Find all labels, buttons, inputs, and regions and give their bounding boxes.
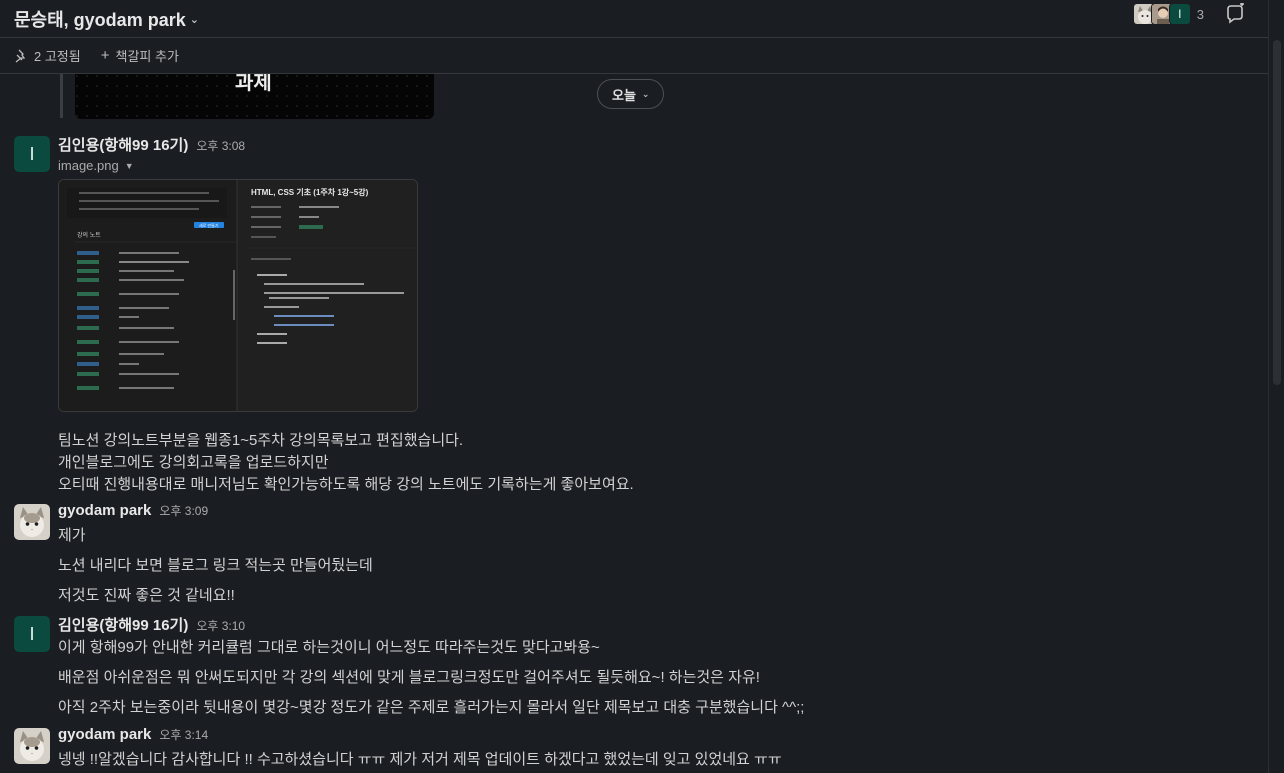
message: I 김인용(항해99 16기) 오후 3:10 이게 항해99가 안내한 커리큘… bbox=[0, 614, 1268, 716]
pin-icon bbox=[15, 49, 26, 63]
file-name: image.png bbox=[58, 158, 119, 173]
channel-title: 문승태, gyodam park bbox=[14, 9, 186, 30]
chevron-down-icon: ⌄ bbox=[189, 14, 199, 26]
timestamp[interactable]: 오후 3:09 bbox=[159, 502, 208, 519]
message-text: 넹넹 !!알겠습니다 감사합니다 !! 수고하셨습니다 ㅠㅠ 제가 저거 제목 … bbox=[58, 751, 782, 768]
chevron-down-icon: ⌄ bbox=[641, 88, 650, 99]
message-text: 이게 항해99가 안내한 커리큘럼 그대로 하는것이니 어느정도 따라주는것도 … bbox=[58, 639, 600, 656]
timestamp[interactable]: 오후 3:08 bbox=[196, 137, 245, 154]
cat-avatar-image bbox=[14, 504, 50, 540]
message-list: 과제 오늘 ⌄ I 김인용(항해99 16기) 오후 3:08 image.pn… bbox=[0, 74, 1268, 773]
member-count: 3 bbox=[1196, 6, 1204, 22]
author-name[interactable]: gyodam park bbox=[58, 726, 151, 743]
previous-image-attachment[interactable]: 과제 bbox=[75, 74, 434, 119]
pinned-items-button[interactable]: 2 고정됨 bbox=[14, 46, 81, 65]
avatar[interactable]: I bbox=[14, 136, 50, 172]
message: gyodam park 오후 3:14 넹넹 !!알겠습니다 감사합니다 !! … bbox=[0, 726, 1268, 773]
message-meta: 김인용(항해99 16기) 오후 3:08 bbox=[58, 134, 245, 155]
message-meta: 김인용(항해99 16기) 오후 3:10 bbox=[58, 614, 245, 635]
timestamp[interactable]: 오후 3:14 bbox=[159, 726, 208, 743]
member-avatars-button[interactable]: I 3 bbox=[1132, 3, 1204, 25]
day-divider-button[interactable]: 오늘 ⌄ bbox=[597, 79, 665, 109]
day-divider-label: 오늘 bbox=[612, 87, 636, 103]
avatar[interactable]: I bbox=[14, 616, 50, 652]
author-name[interactable]: 김인용(항해99 16기) bbox=[58, 134, 188, 155]
add-bookmark-button[interactable]: + 책갈피 추가 bbox=[101, 46, 179, 65]
thumb-new-button: 새로 만들기 bbox=[199, 222, 219, 228]
message-text: 배운점 아쉬운점은 뭐 안써도되지만 각 강의 섹션에 맞게 블로그링크정도만 … bbox=[58, 669, 760, 686]
message-text: 아직 2주차 보는중이라 뒷내용이 몇강~몇강 정도가 같은 주제로 흘러가는지… bbox=[58, 699, 805, 716]
message-text: 개인블로그에도 강의회고록을 업로드하지만 bbox=[58, 454, 329, 471]
timestamp[interactable]: 오후 3:10 bbox=[196, 617, 245, 634]
channel-title-button[interactable]: 문승태, gyodam park ⌄ bbox=[14, 6, 199, 32]
thumb-section-title: 강의 노트 bbox=[77, 231, 101, 239]
channel-bookmarks-bar: 2 고정됨 + 책갈피 추가 bbox=[0, 38, 1268, 74]
message-meta: gyodam park 오후 3:09 bbox=[58, 502, 208, 519]
avatar[interactable] bbox=[14, 504, 50, 540]
plus-icon: + bbox=[100, 47, 110, 64]
huddle-icon[interactable] bbox=[1224, 3, 1246, 25]
avatar[interactable] bbox=[14, 728, 50, 764]
attachment-divider bbox=[60, 74, 63, 118]
message-text: 노션 내리다 보면 블로그 링크 적는곳 만들어뒀는데 bbox=[58, 557, 373, 574]
scrollbar-thumb[interactable] bbox=[1273, 40, 1281, 385]
cat-avatar-image bbox=[14, 728, 50, 764]
previous-image-text: 과제 bbox=[235, 74, 272, 94]
file-name-toggle[interactable]: image.png ▼ bbox=[58, 158, 134, 173]
thumb-page-title: HTML, CSS 기초 (1주차 1강~5강) bbox=[251, 187, 369, 197]
scrollbar[interactable] bbox=[1268, 0, 1284, 773]
header-actions: I 3 bbox=[1132, 3, 1246, 25]
message-meta: gyodam park 오후 3:14 bbox=[58, 726, 208, 743]
message: gyodam park 오후 3:09 제가 노션 내리다 보면 블로그 링크 … bbox=[0, 502, 1268, 604]
member-avatar-letter: I bbox=[1168, 3, 1191, 25]
caret-down-icon: ▼ bbox=[124, 160, 134, 171]
pinned-label: 2 고정됨 bbox=[34, 49, 81, 64]
message-text: 저것도 진짜 좋은 것 같네요!! bbox=[58, 587, 235, 604]
author-name[interactable]: 김인용(항해99 16기) bbox=[58, 614, 188, 635]
image-attachment[interactable]: 새로 만들기 강의 노트 HTML, CSS 기초 (1주차 1강~5강) bbox=[58, 179, 418, 412]
message: I 김인용(항해99 16기) 오후 3:08 image.png ▼ 새로 만… bbox=[0, 134, 1268, 494]
channel-header: 문승태, gyodam park ⌄ I 3 bbox=[0, 0, 1268, 38]
message-text: 제가 bbox=[58, 527, 86, 544]
message-text: 팀노션 강의노트부분을 웹종1~5주차 강의목록보고 편집했습니다. bbox=[58, 432, 464, 449]
message-text: 오티때 진행내용대로 매니저님도 확인가능하도록 해당 강의 노트에도 기록하는… bbox=[58, 476, 634, 493]
add-bookmark-label: 책갈피 추가 bbox=[115, 49, 179, 64]
author-name[interactable]: gyodam park bbox=[58, 502, 151, 519]
